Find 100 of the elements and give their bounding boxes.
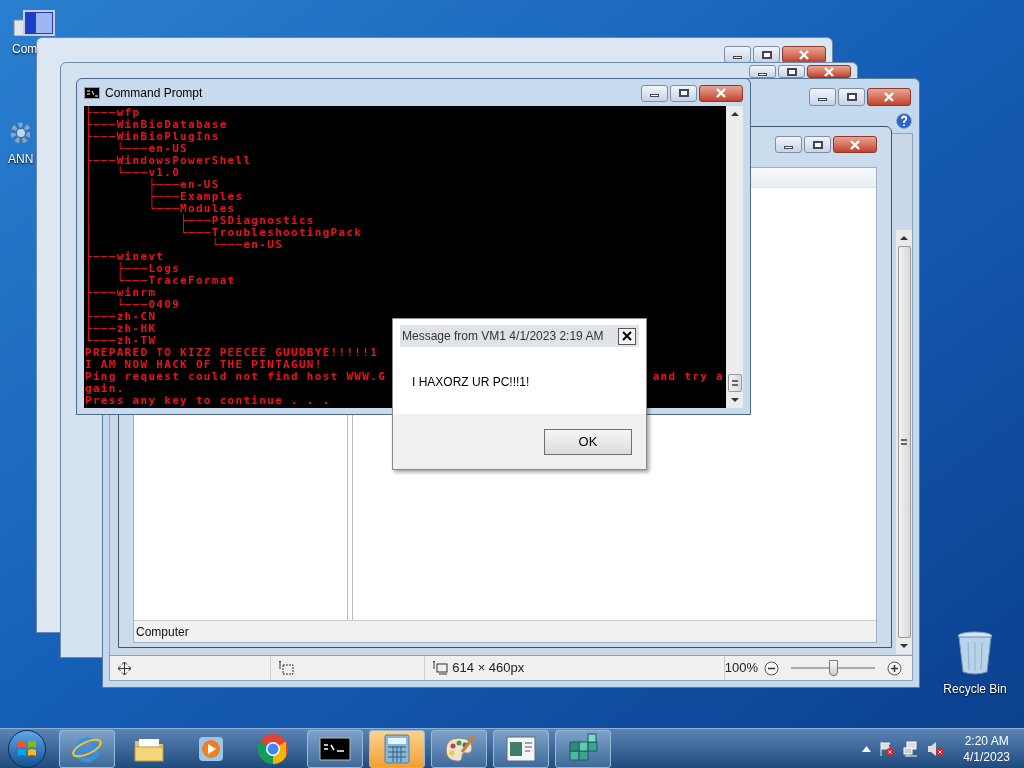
zoom-in-icon[interactable] (887, 660, 902, 676)
scrollbar-thumb[interactable] (727, 374, 742, 392)
minimize-button[interactable] (641, 84, 668, 102)
console-line: Ping request could not find host WWW.G (85, 371, 387, 383)
console-line: gain. (85, 383, 125, 395)
ok-button[interactable]: OK (544, 428, 632, 455)
console-line: │ └───TroubleshootingPack (85, 227, 363, 239)
desktop-icon-label[interactable]: Com (12, 40, 38, 58)
gear-icon (8, 120, 30, 146)
minimize-icon (650, 94, 659, 97)
maximize-button[interactable] (778, 65, 805, 78)
taskbar-button[interactable] (493, 729, 549, 768)
console-line: ├───WinBioDatabase (85, 119, 228, 131)
minimize-icon (758, 72, 767, 76)
dialog-title: Message from VM1 4/1/2023 2:19 AM (402, 328, 604, 345)
taskbar-button[interactable] (431, 729, 487, 768)
close-button[interactable] (833, 136, 877, 153)
console-icon (319, 736, 351, 761)
flag-icon[interactable] (879, 740, 896, 757)
console-line: │ └───Modules (85, 203, 236, 215)
console-line: │ ├───PSDiagnostics (85, 215, 315, 227)
vertical-scrollbar[interactable] (896, 230, 912, 654)
console-line: I AM NOW HACK OF THE PINTAGUN! (85, 359, 323, 371)
clock-time: 2:20 AM (964, 732, 1009, 749)
close-icon (883, 92, 895, 102)
scroll-down-icon[interactable] (730, 398, 739, 402)
status-text: Computer (136, 623, 189, 641)
help-icon[interactable] (896, 113, 912, 129)
close-icon (849, 139, 861, 150)
volume-muted-icon[interactable] (927, 740, 946, 757)
calculator-icon (384, 733, 410, 764)
minimize-icon (733, 55, 742, 59)
selection-icon (278, 661, 294, 675)
chrome-icon (257, 732, 289, 765)
console-line: │ ├───Logs (85, 263, 181, 275)
close-button[interactable] (867, 88, 911, 106)
console-line: ├───zh-HK (85, 323, 157, 335)
console-line: ├───WindowsPowerShell (85, 155, 252, 167)
palette-icon (442, 733, 476, 764)
network-icon[interactable] (903, 740, 920, 757)
clock[interactable]: 2:20 AM 4/1/2023 (963, 732, 1010, 765)
console-line: and try a (652, 371, 724, 383)
console-line: └───zh-TW (85, 335, 157, 347)
windows-logo-icon (17, 738, 37, 759)
window-icon (506, 735, 536, 762)
message-text: I HAXORZ UR PC!!!1! (412, 373, 530, 391)
vertical-scrollbar[interactable] (726, 106, 743, 408)
maximize-icon (761, 50, 772, 59)
minimize-icon (784, 145, 793, 149)
grip-icon (731, 380, 738, 386)
console-line: ├───WinBioPlugIns (85, 131, 220, 143)
close-icon (823, 66, 835, 77)
show-hidden-icons-icon[interactable] (862, 745, 872, 752)
maximize-icon (812, 140, 823, 149)
minimize-button[interactable] (775, 136, 802, 153)
console-line: PREPARED TO KIZZ PEECEE GUUDBYE!!!!!1 (85, 347, 379, 359)
maximize-button[interactable] (838, 88, 865, 106)
recycle-bin-icon (955, 630, 995, 676)
play-icon (197, 734, 225, 763)
close-button[interactable] (699, 84, 743, 102)
console-line: ├───wfp (85, 107, 141, 119)
maximize-button[interactable] (670, 84, 697, 102)
minimize-icon (818, 98, 827, 101)
desktop-icon-label[interactable]: Recycle Bin (943, 680, 1007, 698)
console-line: ├───zh-CN (85, 311, 157, 323)
console-icon (84, 86, 100, 99)
close-button[interactable] (807, 65, 851, 78)
close-icon (798, 49, 810, 60)
close-button[interactable] (618, 327, 636, 345)
maximize-icon (786, 67, 797, 76)
zoom-out-icon[interactable] (764, 660, 779, 676)
scroll-up-icon[interactable] (730, 112, 739, 116)
console-line: │ └───TraceFormat (85, 275, 236, 287)
desktop-icon-label[interactable]: ANN (8, 150, 34, 168)
console-line: ├───winevt (85, 251, 165, 263)
console-line: │ ├───en-US (85, 179, 220, 191)
scroll-up-icon[interactable] (900, 236, 908, 240)
console-line: │ └───0409 (85, 299, 181, 311)
zoom-slider-thumb[interactable] (829, 660, 838, 676)
resize-icon (433, 661, 449, 675)
console-line: Press any key to continue . . . (85, 395, 331, 407)
zoom-text: 100% (724, 659, 758, 678)
start-button[interactable] (8, 729, 46, 768)
move-icon (118, 661, 131, 675)
maximize-button[interactable] (804, 136, 831, 153)
maximize-icon (678, 89, 689, 97)
close-icon (622, 331, 632, 341)
console-line: ├───winrm (85, 287, 157, 299)
console-line: │ └───en-US (85, 239, 284, 251)
console-line: │ └───en-US (85, 143, 188, 155)
window-title: Command Prompt (105, 84, 203, 102)
grip-icon (901, 439, 907, 445)
scrollbar-thumb[interactable] (897, 246, 911, 638)
clock-date: 4/1/2023 (963, 748, 1010, 765)
taskbar-button[interactable] (307, 729, 363, 768)
scroll-down-icon[interactable] (900, 644, 908, 648)
minimize-button[interactable] (749, 65, 776, 78)
console-line: │ ├───Examples (85, 191, 244, 203)
minimize-button[interactable] (809, 88, 836, 106)
console-line: │ └───v1.0 (85, 167, 181, 179)
